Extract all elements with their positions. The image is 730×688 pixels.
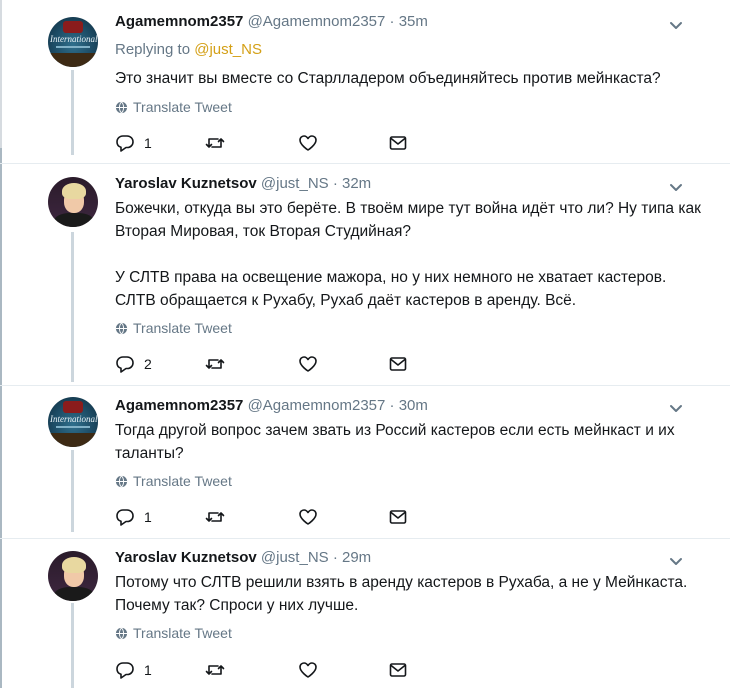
like-icon [299, 356, 317, 372]
tweet-separator [0, 385, 730, 386]
message-icon [389, 510, 407, 524]
chevron-down-icon[interactable] [668, 179, 684, 195]
reply-icon [116, 356, 134, 373]
translate-tweet-link[interactable]: Translate Tweet [115, 473, 232, 489]
message-button[interactable] [388, 133, 408, 153]
retweet-icon [205, 665, 225, 675]
message-button[interactable] [388, 507, 408, 527]
retweet-button[interactable] [205, 354, 225, 374]
timestamp[interactable]: 30m [399, 397, 428, 414]
avatar[interactable] [48, 551, 98, 601]
globe-icon [115, 322, 128, 334]
thread-line [71, 232, 74, 382]
mention-link[interactable]: @just_NS [194, 41, 262, 58]
message-button[interactable] [388, 660, 408, 680]
author-name[interactable]: Agamemnom2357 [115, 397, 243, 414]
tweet-actions: 1 [115, 133, 415, 153]
globe-icon [115, 101, 128, 113]
message-icon [389, 663, 407, 677]
tweet-actions: 1 [115, 507, 415, 527]
author-handle[interactable]: @Agamemnom2357 [248, 13, 386, 30]
tweet-text: Божечки, откуда вы это берёте. В твоём м… [115, 197, 705, 312]
tweet-header: Agamemnom2357 @Agamemnom2357 · 35m [115, 13, 428, 30]
replying-to: Replying to @just_NS [115, 41, 262, 58]
reply-count: 1 [144, 662, 152, 678]
author-name[interactable]: Yaroslav Kuznetsov [115, 549, 257, 566]
tweet-text: Потому что СЛТВ решили взять в аренду ка… [115, 571, 705, 617]
tweet-header: Yaroslav Kuznetsov @just_NS · 32m [115, 175, 371, 192]
author-name[interactable]: Yaroslav Kuznetsov [115, 175, 257, 192]
thread-line [71, 70, 74, 155]
tweet-separator [0, 163, 730, 164]
tweet-actions: 1 [115, 660, 415, 680]
like-icon [299, 135, 317, 151]
tweet-header: Agamemnom2357 @Agamemnom2357 · 30m [115, 397, 428, 414]
chevron-down-icon[interactable] [668, 553, 684, 569]
thread-line [71, 603, 74, 688]
reply-icon [116, 135, 134, 152]
reply-count: 1 [144, 509, 152, 525]
like-button[interactable] [298, 507, 318, 527]
window-edge-shadow [0, 148, 2, 688]
reply-icon [116, 662, 134, 679]
message-icon [389, 357, 407, 371]
author-handle[interactable]: @Agamemnom2357 [248, 397, 386, 414]
translate-tweet-link[interactable]: Translate Tweet [115, 99, 232, 115]
tweet-separator [0, 538, 730, 539]
reply-icon [116, 509, 134, 526]
reply-button[interactable]: 1 [115, 660, 152, 680]
like-button[interactable] [298, 660, 318, 680]
author-handle[interactable]: @just_NS [261, 549, 329, 566]
reply-button[interactable]: 1 [115, 133, 152, 153]
reply-button[interactable]: 1 [115, 507, 152, 527]
tweet-paragraph: Это значит вы вместе со Старлладером объ… [115, 70, 661, 87]
separator-dot: · [332, 549, 338, 566]
timestamp[interactable]: 29m [342, 549, 371, 566]
reply-count: 1 [144, 135, 152, 151]
timestamp[interactable]: 35m [399, 13, 428, 30]
tweet-paragraph: Потому что СЛТВ решили взять в аренду ка… [115, 574, 688, 614]
separator-dot: · [332, 175, 338, 192]
avatar[interactable] [48, 177, 98, 227]
retweet-icon [205, 359, 225, 369]
reply-count: 2 [144, 356, 152, 372]
thread-line [71, 450, 74, 532]
globe-icon [115, 627, 128, 639]
retweet-button[interactable] [205, 133, 225, 153]
translate-tweet-link[interactable]: Translate Tweet [115, 625, 232, 641]
chevron-down-icon[interactable] [668, 400, 684, 416]
tweet-paragraph: Тогда другой вопрос зачем звать из Росси… [115, 422, 675, 462]
tweet-text: Тогда другой вопрос зачем звать из Росси… [115, 419, 705, 465]
retweet-icon [205, 512, 225, 522]
chevron-down-icon[interactable] [668, 17, 684, 33]
tweet-header: Yaroslav Kuznetsov @just_NS · 29m [115, 549, 371, 566]
author-name[interactable]: Agamemnom2357 [115, 13, 243, 30]
like-icon [299, 509, 317, 525]
like-button[interactable] [298, 354, 318, 374]
retweet-button[interactable] [205, 507, 225, 527]
retweet-button[interactable] [205, 660, 225, 680]
timestamp[interactable]: 32m [342, 175, 371, 192]
separator-dot: · [389, 13, 395, 30]
tweet-paragraph: Божечки, откуда вы это берёте. В твоём м… [115, 200, 701, 240]
tweet-actions: 2 [115, 354, 415, 374]
globe-icon [115, 475, 128, 487]
avatar[interactable]: International [48, 17, 98, 67]
translate-tweet-link[interactable]: Translate Tweet [115, 320, 232, 336]
message-button[interactable] [388, 354, 408, 374]
retweet-icon [205, 138, 225, 148]
avatar[interactable]: International [48, 397, 98, 447]
reply-button[interactable]: 2 [115, 354, 152, 374]
tweet-text: Это значит вы вместе со Старлладером объ… [115, 67, 705, 90]
like-icon [299, 662, 317, 678]
separator-dot: · [389, 397, 395, 414]
tweet-paragraph: У СЛТВ права на освещение мажора, но у н… [115, 269, 667, 309]
like-button[interactable] [298, 133, 318, 153]
message-icon [389, 136, 407, 150]
author-handle[interactable]: @just_NS [261, 175, 329, 192]
